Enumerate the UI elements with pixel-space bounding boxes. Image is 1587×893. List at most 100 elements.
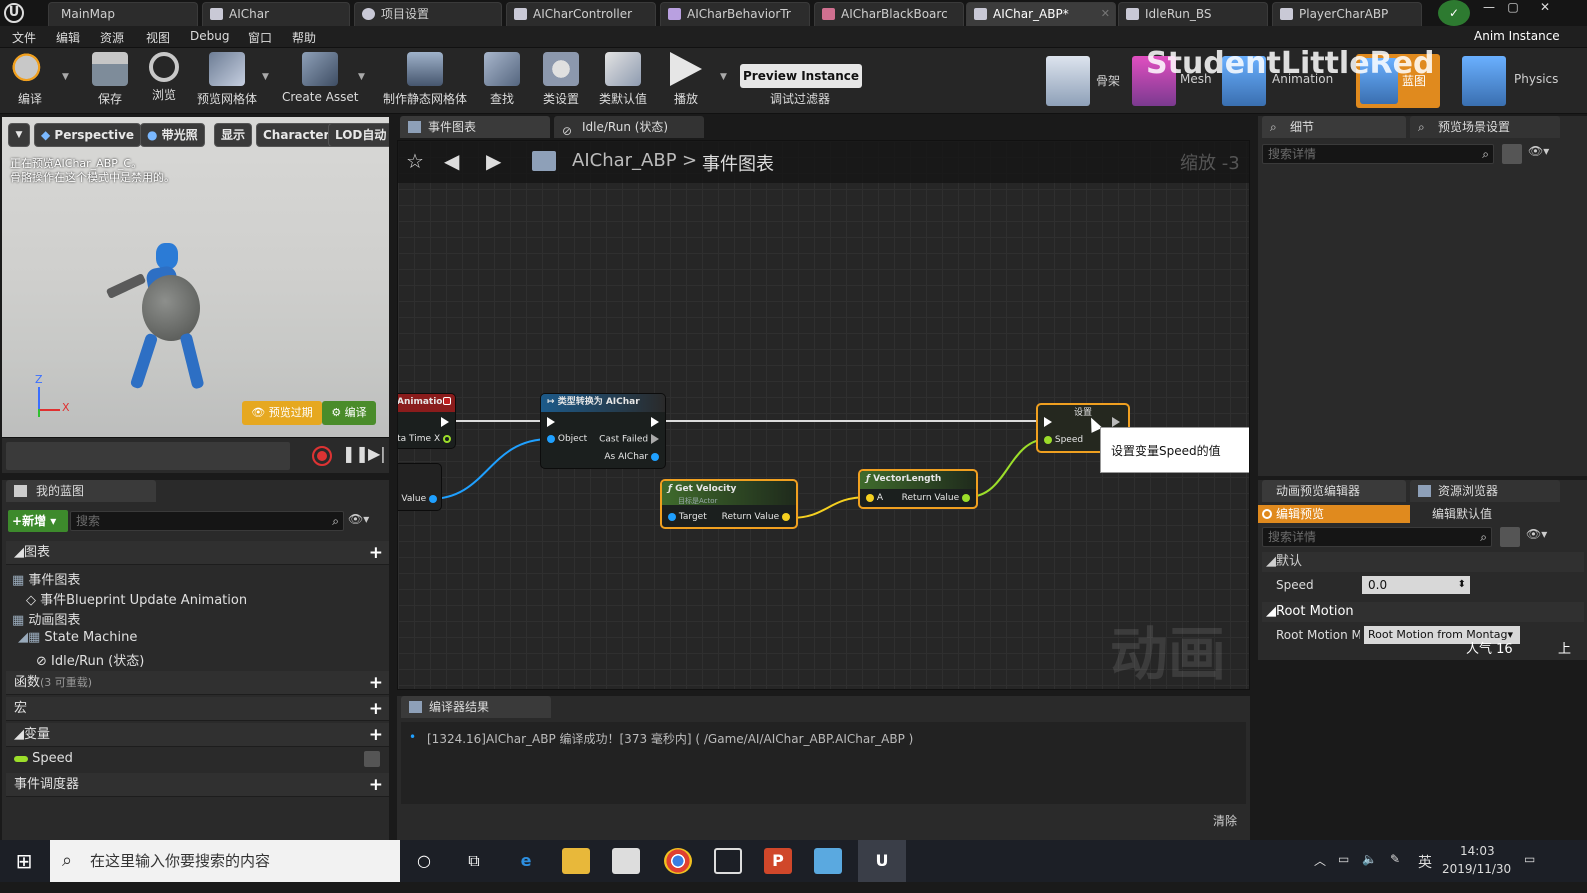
unreal-taskbar-icon[interactable]: U [858,840,906,882]
physics-mode-label[interactable]: Physics [1514,72,1558,86]
menu-window[interactable]: 窗口 [248,29,272,46]
exec-in-pin[interactable] [547,417,555,428]
lod-auto-button[interactable]: LOD自动 [328,123,389,147]
functions-section[interactable]: 函数(3 可重载) + [6,671,389,695]
timeline-track[interactable] [6,442,290,470]
windows-start-icon[interactable]: ⊞ [10,848,38,874]
grid-view-icon[interactable] [1500,527,1520,547]
record-icon[interactable] [312,446,332,466]
preview-expired-button[interactable]: 👁 预览过期 [242,401,322,425]
perspective-button[interactable]: ◆ Perspective [34,123,142,147]
speed-in-pin[interactable]: Speed [1044,435,1083,445]
exec-out-pin[interactable] [441,417,449,428]
visibility-eye-icon[interactable]: 👁▾ [1528,144,1549,158]
doc-tab-blackboard[interactable]: AICharBlackBoarc [814,2,964,26]
network-icon[interactable]: ▭ [1338,852,1349,866]
viewport-options-dropdown[interactable]: ▼ [8,123,30,147]
anim-event-node[interactable]: Animation ta Time X [398,393,456,449]
add-macro-icon[interactable]: + [369,697,383,721]
return-value-pin[interactable]: Return Value [902,493,970,503]
anim-details-search-input[interactable]: 搜索详情 ⌕ [1262,527,1492,547]
value-out-pin[interactable]: Value [401,494,437,504]
anim-preview-editor-tab[interactable]: 动画预览编辑器 [1262,480,1406,502]
details-search-input[interactable]: 搜索详情 ⌕ [1262,144,1494,164]
step-forward-icon[interactable]: ▶| [368,444,386,463]
file-explorer-icon[interactable] [562,848,590,874]
source-control-icon[interactable]: ✓ [1438,0,1470,26]
anim-graph-item[interactable]: ▦ 动画图表 [12,609,80,628]
graphs-section[interactable]: ◢图表 + [6,541,389,565]
grid-view-icon[interactable] [1502,144,1522,164]
pen-icon[interactable]: ✎ [1390,852,1400,866]
default-section-header[interactable]: ◢默认 [1262,552,1584,572]
doc-tab-aichar-abp[interactable]: AIChar_ABP* ✕ [966,2,1116,26]
ime-indicator[interactable]: 英 [1418,852,1432,872]
menu-help[interactable]: 帮助 [292,29,316,46]
variables-section[interactable]: ◢变量 + [6,723,389,747]
edit-defaults-toggle[interactable]: 编辑默认值 [1416,505,1566,523]
compile-options-arrow-icon[interactable]: ▼ [62,72,69,82]
create-asset-button[interactable]: Create Asset [282,52,359,110]
preview-mesh-arrow-icon[interactable]: ▼ [262,72,269,82]
doc-tab-idlerun-bs[interactable]: IdleRun_BS [1118,2,1268,26]
details-tab[interactable]: ⌕ 细节 [1262,116,1406,138]
menu-edit[interactable]: 编辑 [56,29,80,46]
close-tab-icon[interactable]: ✕ [1101,3,1110,25]
graph-tab-event-graph[interactable]: 事件图表 [400,116,550,138]
play-options-arrow-icon[interactable]: ▼ [720,72,727,82]
add-graph-icon[interactable]: + [369,541,383,565]
image-app-icon[interactable] [814,848,842,874]
my-blueprint-tab[interactable]: 我的蓝图 [6,480,156,502]
event-update-item[interactable]: ◇ 事件Blueprint Update Animation [26,589,247,608]
idle-run-state-item[interactable]: ⊘ Idle/Run (状态) [36,650,144,669]
vector-length-node[interactable]: ƒ VectorLength A Return Value [858,469,978,509]
var-visibility-icon[interactable] [364,751,380,767]
show-button[interactable]: 显示 [214,123,253,147]
chrome-icon[interactable] [664,848,692,874]
make-static-mesh-button[interactable]: 制作静态网格体 [380,52,470,110]
maximize-icon[interactable]: ▢ [1502,0,1524,14]
doc-tab-player-char-abp[interactable]: PlayerCharABP [1272,2,1422,26]
play-button[interactable]: 播放 [664,52,708,110]
state-machine-item[interactable]: ◢▦ State Machine [18,630,137,645]
powerpoint-icon[interactable]: P [764,848,792,874]
close-window-icon[interactable]: ✕ [1532,0,1558,14]
object-in-pin[interactable]: Object [547,434,587,444]
edit-preview-toggle[interactable]: 编辑预览 [1258,505,1410,523]
class-defaults-button[interactable]: 类默认值 [596,52,650,110]
graph-tab-idle-run[interactable]: ⊘ Idle/Run (状态) [554,116,704,138]
event-graph-item[interactable]: ▦ 事件图表 [12,569,80,588]
volume-icon[interactable]: 🔈 [1362,852,1377,866]
skeleton-mode-label[interactable]: 骨架 [1096,72,1120,89]
taskbar-search-box[interactable]: ⌕ 在这里输入你要搜索的内容 [50,840,400,882]
event-dispatchers-section[interactable]: 事件调度器 + [6,773,389,797]
target-pin[interactable]: Target [668,512,707,522]
clock-date[interactable]: 2019/11/30 [1442,862,1511,876]
doc-tab-project-settings[interactable]: 项目设置 [354,2,502,26]
root-motion-section-header[interactable]: ◢Root Motion [1262,602,1584,622]
compile-badge-button[interactable]: ⚙ 编译 [322,401,376,425]
class-settings-button[interactable]: 类设置 [538,52,584,110]
visibility-eye-icon[interactable]: 👁▾ [1526,527,1547,541]
add-variable-icon[interactable]: + [369,723,383,747]
speed-variable-item[interactable]: Speed [14,751,384,767]
macros-section[interactable]: 宏 + [6,697,389,721]
asset-browser-tab[interactable]: 资源浏览器 [1410,480,1560,502]
doc-tab-aichar[interactable]: AIChar [202,2,350,26]
compile-button[interactable]: 编译 [6,52,54,110]
menu-asset[interactable]: 资源 [100,29,124,46]
physics-mode-icon[interactable] [1462,56,1506,106]
menu-debug[interactable]: Debug [190,29,229,43]
preview-mesh-button[interactable]: 预览网格体 [194,52,260,110]
save-button[interactable]: 保存 [88,52,132,110]
preview-scene-settings-tab[interactable]: ⌕ 预览场景设置 [1410,116,1560,138]
unreal-logo-icon[interactable]: U [4,3,24,23]
add-function-icon[interactable]: + [369,671,383,695]
preview-viewport[interactable]: ▼ ◆ Perspective ● 带光照 显示 Character LOD自动… [2,117,389,437]
cast-failed-pin[interactable]: Cast Failed [599,434,659,445]
return-value-pin[interactable]: Return Value [722,512,790,522]
tray-chevron-icon[interactable]: ︿ [1314,852,1326,869]
value-node[interactable]: Value [398,463,442,511]
get-velocity-node[interactable]: ƒ Get Velocity 目标是Actor Target Return Val… [660,479,798,529]
exec-in-pin[interactable] [1044,417,1052,428]
